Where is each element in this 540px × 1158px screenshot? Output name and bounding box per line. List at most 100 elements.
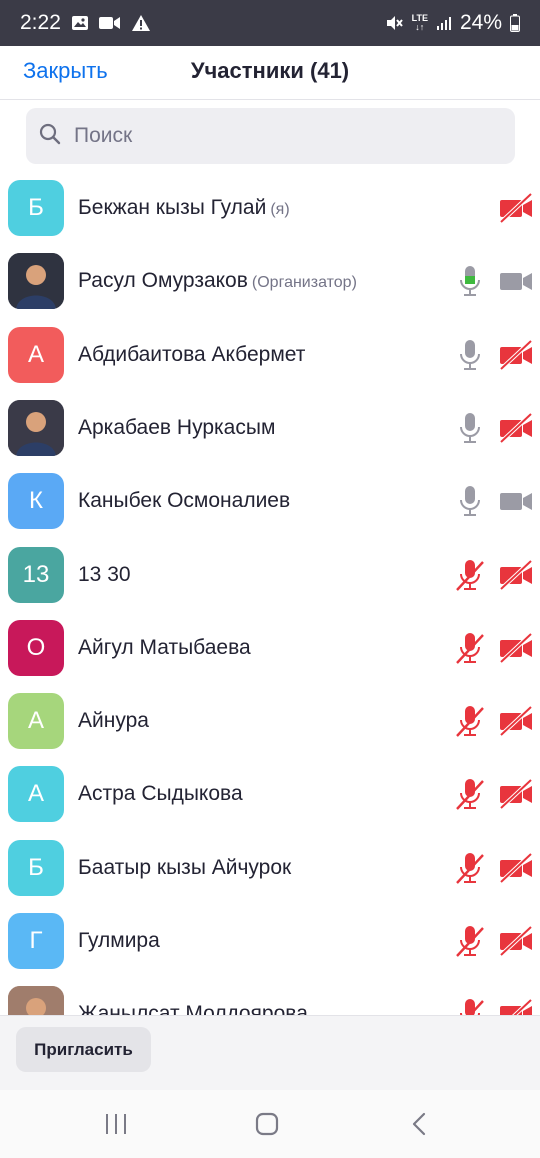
participant-row[interactable]: Б Баатыр кызы Айчурок xyxy=(0,832,540,905)
participant-name-wrap: Астра Сыдыкова xyxy=(78,782,243,806)
participant-name: Астра Сыдыкова xyxy=(78,782,243,805)
participant-name-wrap: Жанылсат Молдоярова xyxy=(78,1002,308,1015)
microphone-icon xyxy=(452,483,488,519)
back-button[interactable] xyxy=(399,1108,439,1140)
avatar: Б xyxy=(8,840,64,896)
camera-off-icon xyxy=(498,339,534,371)
video-status-icon xyxy=(98,16,121,30)
camera-off-icon xyxy=(498,192,534,224)
participant-row[interactable]: Г Гулмира xyxy=(0,905,540,978)
gallery-icon xyxy=(71,15,89,31)
participant-row[interactable]: А Астра Сыдыкова xyxy=(0,758,540,831)
participant-row[interactable]: А Абдибаитова Акбермет xyxy=(0,319,540,392)
avatar-initial: Б xyxy=(28,854,44,881)
participant-row[interactable]: Аркабаев Нуркасым xyxy=(0,392,540,465)
search-bar[interactable] xyxy=(26,108,515,164)
camera-off-icon xyxy=(498,632,534,664)
participant-row[interactable]: К Каныбек Осмоналиев xyxy=(0,465,540,538)
status-bar: 2:22 LTE ↓↑ 24% xyxy=(0,0,540,46)
participant-name: Айнура xyxy=(78,709,149,732)
camera-icon xyxy=(498,265,534,297)
participant-role: (Организатор) xyxy=(251,274,357,291)
participant-row[interactable]: Расул Омурзаков (Организатор) xyxy=(0,245,540,318)
participant-row[interactable]: Б Бекжан кызы Гулай (я) xyxy=(0,172,540,245)
signal-icon xyxy=(436,15,452,31)
participant-name-wrap: Абдибаитова Акбермет xyxy=(78,343,305,367)
participants-screen: 2:22 LTE ↓↑ 24% Закрыть Участники (41) П… xyxy=(0,0,540,1158)
avatar: А xyxy=(8,766,64,822)
participant-name: Айгул Матыбаева xyxy=(78,636,251,659)
mute-status-icon xyxy=(384,13,404,33)
participant-name-wrap: Гулмира xyxy=(78,929,160,953)
avatar: О xyxy=(8,620,64,676)
header: Закрыть Участники (41) xyxy=(0,46,540,100)
participant-name: Жанылсат Молдоярова xyxy=(78,1002,308,1015)
participant-row[interactable]: О Айгул Матыбаева xyxy=(0,612,540,685)
warning-icon xyxy=(131,14,151,32)
status-time: 2:22 xyxy=(20,11,61,34)
avatar-initial: Б xyxy=(28,194,44,221)
participant-name-wrap: Расул Омурзаков (Организатор) xyxy=(78,269,357,293)
avatar-initial: 13 xyxy=(22,561,50,588)
mic-muted-icon xyxy=(452,703,488,739)
mic-muted-icon xyxy=(452,557,488,593)
lte-indicator: LTE ↓↑ xyxy=(411,13,428,32)
battery-percent: 24% xyxy=(459,11,502,34)
microphone-icon xyxy=(452,263,488,299)
participant-name-wrap: Баатыр кызы Айчурок xyxy=(78,856,291,880)
home-button[interactable] xyxy=(247,1108,287,1140)
camera-off-icon xyxy=(498,705,534,737)
participant-name-wrap: Аркабаев Нуркасым xyxy=(78,416,275,440)
avatar: А xyxy=(8,693,64,749)
microphone-icon xyxy=(452,337,488,373)
camera-icon xyxy=(498,485,534,517)
recent-apps-button[interactable] xyxy=(96,1108,136,1140)
mic-muted-icon xyxy=(452,630,488,666)
participant-name: Баатыр кызы Айчурок xyxy=(78,856,292,879)
participant-name-wrap: Айнура xyxy=(78,709,149,733)
avatar-initial: К xyxy=(29,487,43,514)
mic-muted-icon xyxy=(452,776,488,812)
avatar: 13 xyxy=(8,547,64,603)
camera-off-icon xyxy=(498,852,534,884)
search-input[interactable] xyxy=(74,124,474,148)
invite-button[interactable]: Пригласить xyxy=(16,1027,151,1072)
avatar xyxy=(8,253,64,309)
mic-muted-icon xyxy=(452,850,488,886)
search-icon xyxy=(38,122,62,151)
camera-off-icon xyxy=(498,559,534,591)
participant-row[interactable]: 13 13 30 xyxy=(0,539,540,612)
participant-name: Абдибаитова Акбермет xyxy=(78,343,306,366)
participant-name: 13 30 xyxy=(78,563,131,586)
camera-off-icon xyxy=(498,998,534,1015)
mic-muted-icon xyxy=(452,923,488,959)
avatar: К xyxy=(8,473,64,529)
participant-name-wrap: Бекжан кызы Гулай (я) xyxy=(78,196,290,220)
participant-name: Бекжан кызы Гулай xyxy=(78,196,267,219)
footer: Пригласить xyxy=(0,1015,540,1090)
participant-row[interactable]: Жанылсат Молдоярова xyxy=(0,978,540,1015)
participant-role: (я) xyxy=(270,201,290,218)
participant-name: Аркабаев Нуркасым xyxy=(78,416,276,439)
avatar-initial: О xyxy=(26,634,46,661)
participant-list[interactable]: Б Бекжан кызы Гулай (я) Расул Омурзаков (Орг… xyxy=(0,172,540,1015)
camera-off-icon xyxy=(498,412,534,444)
avatar-initial: А xyxy=(27,707,44,734)
avatar xyxy=(8,400,64,456)
camera-off-icon xyxy=(498,778,534,810)
system-nav-bar xyxy=(0,1090,540,1158)
avatar-initial: А xyxy=(27,341,44,368)
camera-off-icon xyxy=(498,925,534,957)
avatar: Б xyxy=(8,180,64,236)
mic-muted-icon xyxy=(452,996,488,1015)
participant-name-wrap: Айгул Матыбаева xyxy=(78,636,251,660)
participant-name-wrap: 13 30 xyxy=(78,563,131,587)
participant-name: Расул Омурзаков xyxy=(78,269,248,292)
participant-row[interactable]: А Айнура xyxy=(0,685,540,758)
avatar: А xyxy=(8,327,64,383)
avatar-initial: А xyxy=(27,780,44,807)
avatar: Г xyxy=(8,913,64,969)
participant-name-wrap: Каныбек Осмоналиев xyxy=(78,489,290,513)
microphone-icon xyxy=(452,410,488,446)
participant-name: Гулмира xyxy=(78,929,160,952)
